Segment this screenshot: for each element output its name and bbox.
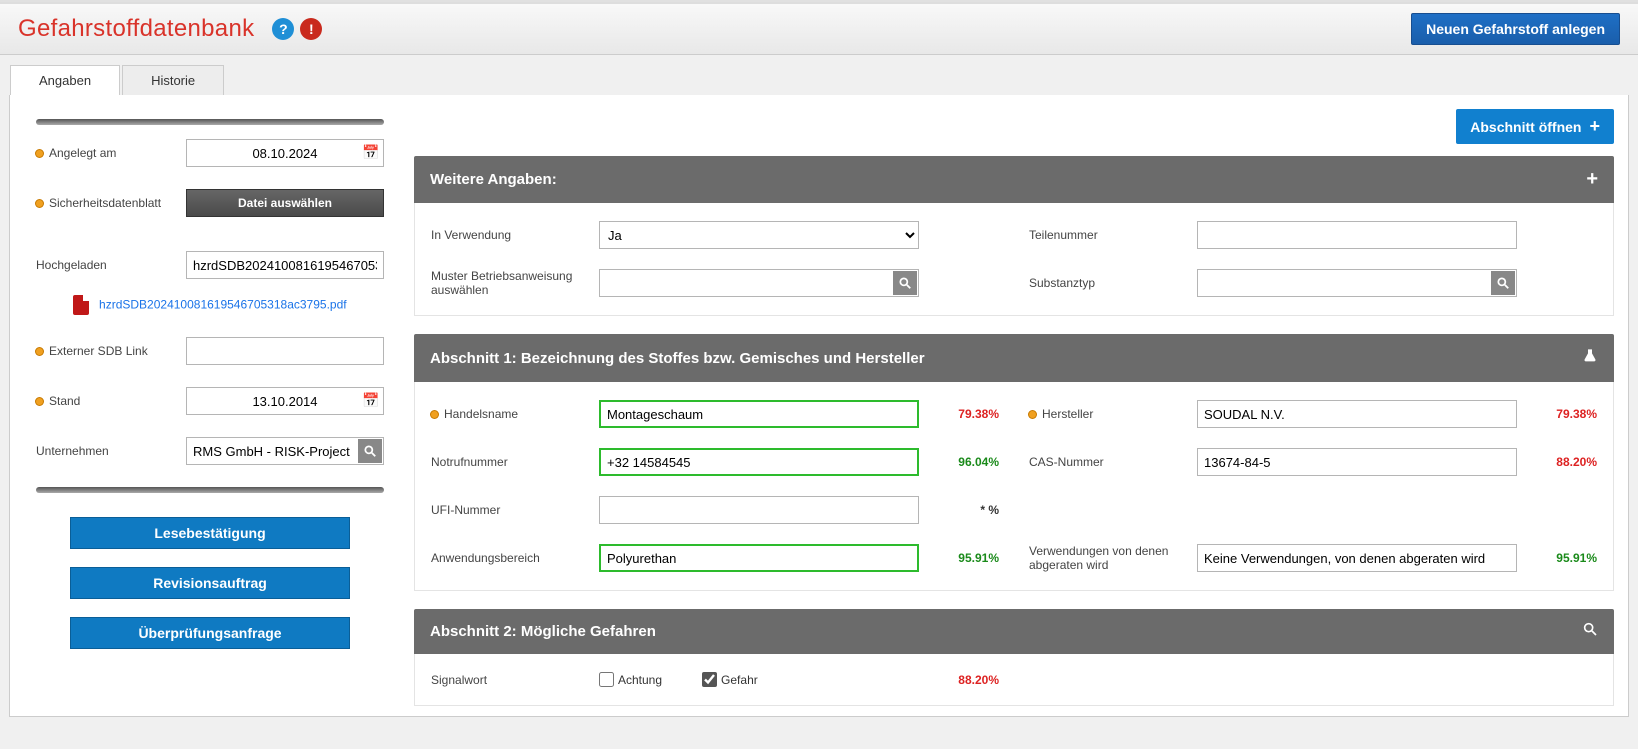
- section-title: Abschnitt 2: Mögliche Gefahren: [430, 623, 656, 640]
- flask-icon: [1582, 346, 1598, 370]
- required-dot-icon: [431, 411, 438, 418]
- required-dot-icon: [36, 150, 43, 157]
- uploaded-label: Hochgeladen: [36, 258, 107, 272]
- achtung-checkbox-label[interactable]: Achtung: [599, 672, 662, 687]
- gefahr-checkbox[interactable]: [702, 672, 717, 687]
- open-section-button[interactable]: Abschnitt öffnen +: [1456, 109, 1614, 144]
- required-dot-icon: [36, 398, 43, 405]
- partno-input[interactable]: [1197, 221, 1517, 249]
- tab-bar: Angaben Historie: [0, 55, 1638, 95]
- required- required-dot-icon: [1029, 411, 1036, 418]
- ufi-label: UFI-Nummer: [431, 503, 500, 517]
- partno-label: Teilenummer: [1029, 228, 1098, 242]
- read-confirm-button[interactable]: Lesebestätigung: [70, 517, 350, 549]
- divider: [36, 487, 384, 493]
- anwend-label: Anwendungsbereich: [431, 551, 540, 565]
- company-label: Unternehmen: [36, 444, 109, 458]
- app-header: Gefahrstoffdatenbank ? ! Neuen Gefahrsto…: [0, 4, 1638, 55]
- anwend-pct: 95.91%: [919, 551, 999, 565]
- divider: [36, 119, 384, 125]
- plus-icon: +: [1589, 116, 1600, 137]
- section-header-more: Weitere Angaben: +: [414, 156, 1614, 203]
- expand-icon[interactable]: +: [1586, 168, 1598, 191]
- verw-input[interactable]: [1197, 544, 1517, 572]
- signal-pct: 88.20%: [919, 673, 999, 687]
- section-title: Abschnitt 1: Bezeichnung des Stoffes bzw…: [430, 350, 925, 367]
- uploaded-filename-input[interactable]: [186, 251, 384, 279]
- revision-button[interactable]: Revisionsauftrag: [70, 567, 350, 599]
- gefahr-checkbox-label[interactable]: Gefahr: [702, 672, 758, 687]
- ufi-pct: * %: [919, 503, 999, 517]
- open-section-label: Abschnitt öffnen: [1470, 119, 1581, 135]
- muster-label: Muster Betriebsanweisung auswählen: [431, 269, 599, 297]
- hersteller-input[interactable]: [1197, 400, 1517, 428]
- created-date-input[interactable]: [186, 139, 384, 167]
- notruf-pct: 96.04%: [919, 455, 999, 469]
- anwend-input[interactable]: [599, 544, 919, 572]
- company-input[interactable]: [186, 437, 384, 465]
- notruf-label: Notrufnummer: [431, 455, 508, 469]
- required-dot-icon: [36, 348, 43, 355]
- tab-angaben[interactable]: Angaben: [10, 65, 120, 95]
- file-select-button[interactable]: Datei auswählen: [186, 189, 384, 217]
- notruf-input[interactable]: [599, 448, 919, 476]
- pdf-link[interactable]: hzrdSDB202410081619546705318ac3795.pdf: [99, 297, 347, 311]
- hersteller-pct: 79.38%: [1517, 407, 1597, 421]
- substtype-search-button[interactable]: [1491, 271, 1515, 295]
- ufi-input[interactable]: [599, 496, 919, 524]
- section-header-2: Abschnitt 2: Mögliche Gefahren: [414, 609, 1614, 654]
- company-search-button[interactable]: [358, 439, 382, 463]
- sidebar: Angelegt am 📅 Sicherheitsdatenblatt Date…: [20, 105, 400, 706]
- hersteller-label: Hersteller: [1042, 407, 1093, 421]
- required-dot-icon: [36, 200, 43, 207]
- substtype-input[interactable]: [1197, 269, 1517, 297]
- extlink-input[interactable]: [186, 337, 384, 365]
- stand-date-input[interactable]: [186, 387, 384, 415]
- alert-icon[interactable]: !: [300, 18, 322, 40]
- check-request-button[interactable]: Überprüfungsanfrage: [70, 617, 350, 649]
- cas-pct: 88.20%: [1517, 455, 1597, 469]
- verw-label: Verwendungen von denen abgeraten wird: [1029, 544, 1197, 572]
- calendar-icon[interactable]: 📅: [362, 143, 380, 161]
- handelsname-input[interactable]: [599, 400, 919, 428]
- magnify-icon[interactable]: [1582, 621, 1598, 642]
- achtung-checkbox[interactable]: [599, 672, 614, 687]
- in-use-select[interactable]: Ja: [599, 221, 919, 249]
- section-header-1: Abschnitt 1: Bezeichnung des Stoffes bzw…: [414, 334, 1614, 382]
- section-title: Weitere Angaben:: [430, 171, 557, 188]
- extlink-label: Externer SDB Link: [49, 344, 148, 358]
- stand-label: Stand: [49, 394, 80, 408]
- tab-historie[interactable]: Historie: [122, 65, 224, 95]
- sds-label: Sicherheitsdatenblatt: [49, 196, 161, 210]
- created-label: Angelegt am: [49, 146, 116, 160]
- muster-input[interactable]: [599, 269, 919, 297]
- in-use-label: In Verwendung: [431, 228, 511, 242]
- cas-input[interactable]: [1197, 448, 1517, 476]
- new-gefahrstoff-button[interactable]: Neuen Gefahrstoff anlegen: [1411, 13, 1620, 45]
- handelsname-pct: 79.38%: [919, 407, 999, 421]
- signal-label: Signalwort: [431, 673, 487, 687]
- handelsname-label: Handelsname: [444, 407, 518, 421]
- main-content: Abschnitt öffnen + Weitere Angaben: + In…: [414, 105, 1618, 706]
- substtype-label: Substanztyp: [1029, 276, 1095, 290]
- verw-pct: 95.91%: [1517, 551, 1597, 565]
- pdf-icon: [73, 295, 89, 315]
- help-icon[interactable]: ?: [272, 18, 294, 40]
- calendar-icon[interactable]: 📅: [362, 391, 380, 409]
- cas-label: CAS-Nummer: [1029, 455, 1104, 469]
- muster-search-button[interactable]: [893, 271, 917, 295]
- app-title: Gefahrstoffdatenbank: [18, 15, 254, 43]
